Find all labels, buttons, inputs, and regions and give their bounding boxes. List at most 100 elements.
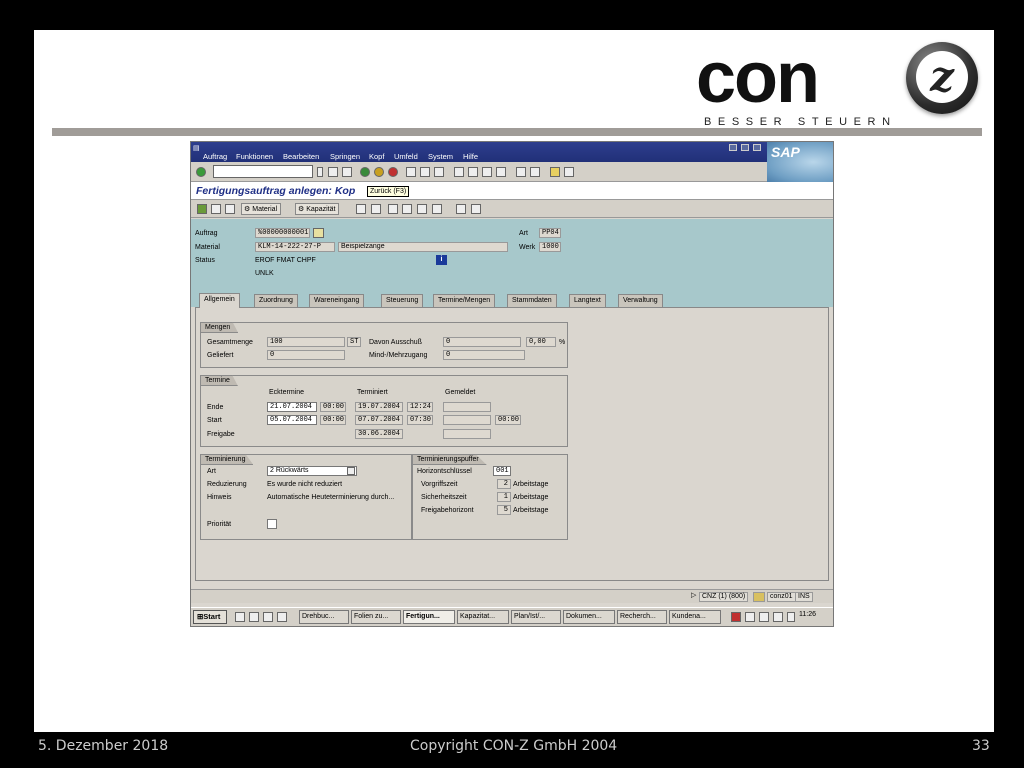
- material-button[interactable]: ⚙ Material: [241, 203, 282, 215]
- horizontschluessel-field[interactable]: 001: [493, 466, 511, 476]
- task-plan-ist[interactable]: Plan/Ist/...: [511, 610, 561, 624]
- enter-icon[interactable]: [196, 167, 206, 177]
- help-icon[interactable]: [550, 167, 560, 177]
- exit-icon[interactable]: [374, 167, 384, 177]
- menu-umfeld[interactable]: Umfeld: [394, 152, 418, 161]
- menu-hilfe[interactable]: Hilfe: [463, 152, 478, 161]
- menu-kopf[interactable]: Kopf: [369, 152, 384, 161]
- prioritaet-field[interactable]: [267, 519, 277, 529]
- tab-termine-mengen[interactable]: Termine/Mengen: [433, 294, 496, 307]
- dropdown-icon[interactable]: [347, 467, 355, 475]
- mengen-group-title: Mengen: [200, 322, 239, 333]
- system-menu-icon[interactable]: ▤: [193, 144, 200, 152]
- print-icon[interactable]: [406, 167, 416, 177]
- task-dokument[interactable]: Dokumen...: [563, 610, 615, 624]
- terminierungspuffer-group: Terminierungspuffer Horizontschlüssel 00…: [412, 454, 568, 540]
- prev-page-icon[interactable]: [468, 167, 478, 177]
- status-info-icon[interactable]: i: [436, 255, 447, 265]
- gesamtmenge-field[interactable]: 100: [267, 337, 345, 347]
- menu-auftrag[interactable]: Auftrag: [203, 152, 227, 161]
- kapazitaet-button[interactable]: ⚙ Kapazität: [295, 203, 340, 215]
- tab-langtext[interactable]: Langtext: [569, 294, 606, 307]
- mengen-unit-field[interactable]: ST: [347, 337, 361, 347]
- kapazitaet-button-label: Kapazität: [306, 206, 336, 213]
- menu-funktionen[interactable]: Funktionen: [236, 152, 273, 161]
- task-recherche[interactable]: Recherch...: [617, 610, 667, 624]
- command-dropdown-icon[interactable]: [317, 167, 323, 177]
- terminierung-art-select[interactable]: 2 Rückwärts: [267, 466, 357, 476]
- minimize-icon[interactable]: [729, 144, 737, 151]
- overview-icon[interactable]: [211, 204, 221, 214]
- cost-icon[interactable]: [432, 204, 442, 214]
- tab-stammdaten[interactable]: Stammdaten: [507, 294, 557, 307]
- tab-allgemein[interactable]: Allgemein: [199, 293, 240, 308]
- tab-wareneingang[interactable]: Wareneingang: [309, 294, 365, 307]
- next-page-icon[interactable]: [482, 167, 492, 177]
- quicklaunch-explorer-icon[interactable]: [277, 612, 287, 622]
- quicklaunch-outlook-icon[interactable]: [249, 612, 259, 622]
- back-icon[interactable]: [360, 167, 370, 177]
- werk-field[interactable]: 1000: [539, 242, 561, 252]
- menu-bearbeiten[interactable]: Bearbeiten: [283, 152, 319, 161]
- menu-system[interactable]: System: [428, 152, 453, 161]
- shortcut-icon[interactable]: [530, 167, 540, 177]
- start-eck-time-field[interactable]: 00:00: [320, 415, 346, 425]
- operations-icon[interactable]: [356, 204, 366, 214]
- tray-icon-1[interactable]: [731, 612, 741, 622]
- task-folien[interactable]: Folien zu...: [351, 610, 401, 624]
- hierarchy-icon[interactable]: [471, 204, 481, 214]
- start-button[interactable]: ⊞Start: [193, 610, 227, 624]
- close-icon[interactable]: [753, 144, 761, 151]
- tray-icon-3[interactable]: [759, 612, 769, 622]
- release-flag-icon[interactable]: [197, 204, 207, 214]
- quicklaunch-desktop-icon[interactable]: [263, 612, 273, 622]
- freigabe-gem-date-field: [443, 429, 491, 439]
- auftrag-field[interactable]: %00000000001: [255, 228, 310, 238]
- document-icon[interactable]: [225, 204, 235, 214]
- task-fertigung[interactable]: Fertigun...: [403, 610, 455, 624]
- ende-term-date-field: 19.07.2004: [355, 402, 403, 412]
- maximize-icon[interactable]: [741, 144, 749, 151]
- command-field[interactable]: [213, 165, 313, 178]
- start-label: Start: [207, 417, 222, 424]
- tray-icon-4[interactable]: [773, 612, 783, 622]
- first-page-icon[interactable]: [454, 167, 464, 177]
- quicklaunch-ie-icon[interactable]: [235, 612, 245, 622]
- tray-volume-icon[interactable]: [787, 612, 795, 622]
- find-icon[interactable]: [420, 167, 430, 177]
- task-drehbuch[interactable]: Drehbuc...: [299, 610, 349, 624]
- material-field[interactable]: KLM-14-222-27-P: [255, 242, 335, 252]
- hinweis-value: Automatische Heuteterminierung durch...: [267, 494, 395, 501]
- tab-verwaltung[interactable]: Verwaltung: [618, 294, 663, 307]
- tab-zuordnung[interactable]: Zuordnung: [254, 294, 298, 307]
- production-resources-icon[interactable]: [402, 204, 412, 214]
- sap-status-bar: ▷ CNZ (1) (800) conz01 INS: [191, 589, 833, 603]
- ende-eck-time-field[interactable]: 00:00: [320, 402, 346, 412]
- sequence-icon[interactable]: [371, 204, 381, 214]
- ende-gem-date-field: [443, 402, 491, 412]
- cancel-icon[interactable]: [388, 167, 398, 177]
- back-arrow-icon[interactable]: [328, 167, 338, 177]
- menu-springen[interactable]: Springen: [330, 152, 360, 161]
- layout-menu-icon[interactable]: [564, 167, 574, 177]
- start-eck-date-field[interactable]: 05.07.2004: [267, 415, 317, 425]
- new-session-icon[interactable]: [516, 167, 526, 177]
- components-icon[interactable]: [388, 204, 398, 214]
- status-expand-icon[interactable]: ▷: [689, 592, 698, 602]
- start-button-label: Start: [203, 612, 221, 621]
- ende-eck-date-field[interactable]: 21.07.2004: [267, 402, 317, 412]
- task-kunden[interactable]: Kundena...: [669, 610, 721, 624]
- save-icon[interactable]: [342, 167, 352, 177]
- table-icon[interactable]: [456, 204, 466, 214]
- edit-icon[interactable]: [313, 228, 324, 238]
- last-page-icon[interactable]: [496, 167, 506, 177]
- copy-icon[interactable]: [417, 204, 427, 214]
- find-next-icon[interactable]: [434, 167, 444, 177]
- art-field[interactable]: PP04: [539, 228, 561, 238]
- tray-icon-2[interactable]: [745, 612, 755, 622]
- status-session-icon[interactable]: [753, 592, 765, 602]
- task-kapazitaet[interactable]: Kapazitat...: [457, 610, 509, 624]
- terminierungspuffer-group-title: Terminierungspuffer: [412, 454, 487, 465]
- ausschuss-field[interactable]: 0: [443, 337, 521, 347]
- tab-steuerung[interactable]: Steuerung: [381, 294, 424, 307]
